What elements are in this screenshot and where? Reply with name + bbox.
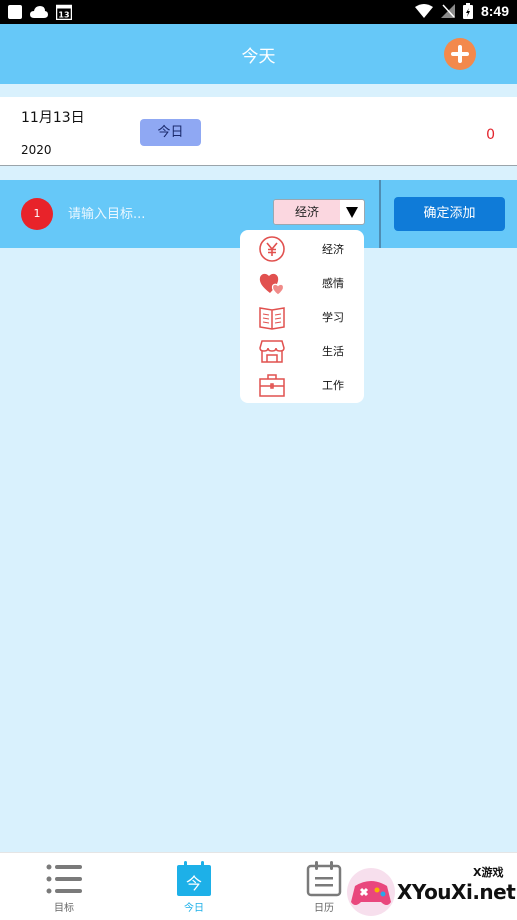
nav-item-goals[interactable]: 目标: [24, 853, 104, 920]
calendar-today-icon: 今: [177, 861, 211, 896]
category-option-study[interactable]: 学习: [240, 300, 364, 334]
category-option-economy[interactable]: 经济: [240, 232, 364, 266]
watermark-text: XYouXi.net: [397, 880, 516, 904]
briefcase-icon: [259, 374, 285, 397]
calendar-icon: [306, 861, 342, 897]
wifi-icon: [414, 4, 433, 18]
app-header: 今天: [0, 24, 517, 84]
gamepad-logo-icon: [347, 868, 395, 916]
category-option-label: 学习: [322, 311, 344, 324]
calendar-badge-text: 13: [58, 11, 69, 20]
goal-count: 0: [486, 127, 495, 143]
watermark: X游戏 XYouXi.net: [345, 860, 517, 920]
book-icon: [259, 307, 285, 330]
category-option-label: 工作: [322, 379, 344, 392]
caret-down-icon: [346, 206, 358, 218]
today-button[interactable]: 今日: [140, 119, 201, 146]
signal-off-icon: [440, 4, 455, 18]
nav-label-today: 今日: [184, 903, 204, 914]
row-divider: [379, 180, 381, 248]
status-bar: 13 8:49: [0, 0, 517, 24]
category-option-label: 生活: [322, 345, 344, 358]
add-goal-button[interactable]: [444, 38, 476, 70]
goal-index-badge: 1: [21, 198, 53, 230]
status-time: 8:49: [480, 3, 509, 19]
nav-item-today[interactable]: 今 今日: [154, 853, 234, 920]
store-icon: [259, 340, 285, 363]
hearts-icon: [259, 273, 285, 296]
category-option-label: 感情: [322, 277, 344, 290]
list-icon: [46, 864, 82, 894]
calendar-badge-icon: 13: [56, 4, 72, 20]
date-month-day: 11月13日: [21, 110, 85, 126]
app-square-icon: [8, 5, 22, 19]
category-option-emotion[interactable]: 感情: [240, 266, 364, 300]
date-card: 11月13日 2020 今日 0: [0, 97, 517, 166]
confirm-add-button[interactable]: 确定添加: [394, 197, 505, 231]
category-dropdown: 经济 感情 学习 生活 工作: [240, 230, 364, 403]
calendar-today-glyph: 今: [186, 874, 202, 893]
yen-icon: [259, 236, 285, 262]
nav-label-goals: 目标: [54, 903, 74, 914]
category-option-label: 经济: [322, 243, 344, 256]
category-select[interactable]: 经济: [273, 199, 365, 225]
date-year: 2020: [21, 143, 52, 157]
battery-icon: [462, 3, 473, 19]
dropdown-caret[interactable]: [340, 200, 364, 224]
page-title: 今天: [241, 47, 276, 67]
cloud-icon: [30, 6, 48, 18]
category-option-work[interactable]: 工作: [240, 368, 364, 402]
watermark-small-text: X游戏: [473, 866, 504, 879]
category-option-life[interactable]: 生活: [240, 334, 364, 368]
category-selected-value: 经济: [274, 200, 340, 224]
goal-input[interactable]: [68, 200, 258, 228]
